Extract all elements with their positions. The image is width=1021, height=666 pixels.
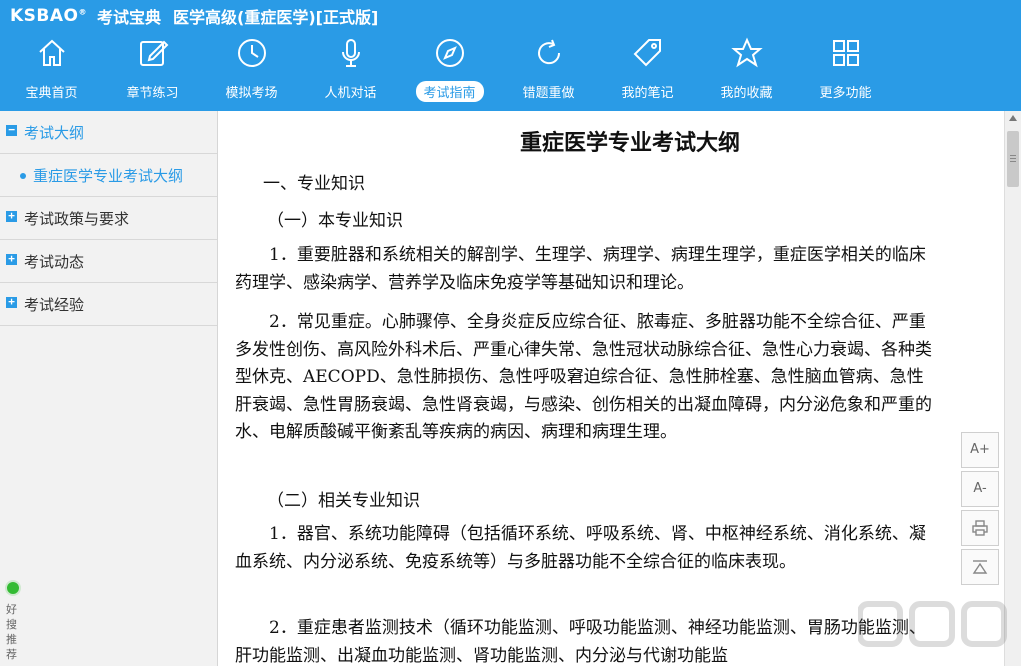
title-bar: KSBAO® 考试宝典 医学高级(重症医学)[正式版] — [10, 4, 378, 28]
grid-icon — [829, 36, 863, 70]
sidebar-item-label: 考试动态 — [24, 253, 85, 271]
nav-exam-guide[interactable]: 考试指南 — [400, 32, 499, 108]
recommend-widget[interactable]: 好搜推荐 — [2, 580, 24, 666]
star-icon — [730, 36, 764, 70]
sidebar-item-label: 考试经验 — [24, 296, 85, 314]
expand-icon[interactable]: + — [6, 296, 17, 308]
home-icon — [35, 36, 69, 70]
nav-chapter-practice[interactable]: 章节练习 — [103, 32, 202, 108]
scrollbar-thumb[interactable] — [1007, 131, 1019, 187]
nav-label: 模拟考场 — [225, 86, 278, 101]
nav-my-notes[interactable]: 我的笔记 — [598, 32, 697, 108]
nav-label: 考试指南 — [415, 81, 484, 102]
expand-icon[interactable]: + — [6, 210, 17, 222]
expand-icon[interactable]: + — [6, 253, 17, 265]
nav-my-favorites[interactable]: 我的收藏 — [697, 32, 796, 108]
refresh-icon — [532, 36, 566, 70]
app-name: 考试宝典 — [96, 8, 161, 27]
microphone-icon — [334, 36, 368, 70]
edit-icon — [136, 36, 170, 70]
nav-label: 错题重做 — [522, 86, 575, 101]
paragraph: 2．常见重症。心肺骤停、全身炎症反应综合征、脓毒症、多脏器功能不全综合征、严重多… — [235, 312, 932, 442]
nav-label: 宝典首页 — [25, 86, 78, 101]
watermark-logo — [858, 601, 1007, 647]
nav-redo-wrong[interactable]: 错题重做 — [499, 32, 598, 108]
clock-icon — [235, 36, 269, 70]
nav-home[interactable]: 宝典首页 — [0, 32, 103, 108]
subsection-heading: （一）本专业知识 — [267, 211, 403, 231]
print-button[interactable] — [961, 510, 999, 546]
sidebar-subitem-critical-care-outline[interactable]: 重症医学专业考试大纲 — [0, 154, 217, 197]
recommend-text: 好搜推荐 — [6, 603, 17, 661]
printer-icon — [972, 520, 988, 536]
sidebar-item-label: 考试政策与要求 — [24, 210, 130, 228]
sidebar-item-exam-policy[interactable]: + 考试政策与要求 — [0, 197, 217, 240]
sidebar-item-exam-experience[interactable]: + 考试经验 — [0, 283, 217, 326]
paragraph: 1．器官、系统功能障碍（包括循环系统、呼吸系统、肾、中枢神经系统、消化系统、凝血… — [235, 524, 926, 572]
compass-icon — [433, 36, 467, 70]
sidebar-item-label: 考试大纲 — [24, 124, 85, 142]
nav-dialogue[interactable]: 人机对话 — [301, 32, 400, 108]
reader-tools: A+ A- — [961, 432, 999, 588]
top-header: KSBAO® 考试宝典 医学高级(重症医学)[正式版] 宝典首页 章节练习 模拟… — [0, 0, 1021, 111]
document-view: 重症医学专业考试大纲 一、专业知识 （一）本专业知识 1．重要脏器和系统相关的解… — [218, 111, 1004, 666]
nav-label: 章节练习 — [126, 86, 179, 101]
sidebar-item-exam-outline[interactable]: − 考试大纲 — [0, 111, 217, 154]
sidebar-item-label: 重症医学专业考试大纲 — [33, 167, 184, 185]
back-to-top-button[interactable] — [961, 549, 999, 585]
bullet-icon — [20, 173, 26, 179]
tag-icon — [631, 36, 665, 70]
status-dot-icon — [5, 580, 21, 596]
scroll-up-arrow-icon[interactable] — [1009, 115, 1017, 121]
back-to-top-icon — [972, 560, 988, 574]
paragraph: 1．重要脏器和系统相关的解剖学、生理学、病理学、病理生理学，重症医学相关的临床药… — [235, 245, 926, 293]
collapse-icon[interactable]: − — [6, 124, 17, 136]
nav-label: 人机对话 — [324, 86, 377, 101]
edition-title: 医学高级(重症医学)[正式版] — [173, 8, 379, 27]
paragraph: 2．重症患者监测技术（循环功能监测、呼吸功能监测、神经功能监测、胃肠功能监测、肝… — [235, 618, 926, 666]
document-title: 重症医学专业考试大纲 — [519, 131, 740, 156]
nav-label: 更多功能 — [819, 86, 872, 101]
font-decrease-button[interactable]: A- — [961, 471, 999, 507]
subsection-heading: （二）相关专业知识 — [267, 491, 420, 511]
nav-label: 我的收藏 — [720, 86, 773, 101]
ksbao-logo: KSBAO® — [10, 6, 87, 26]
sidebar-item-exam-news[interactable]: + 考试动态 — [0, 240, 217, 283]
sidebar: − 考试大纲 重症医学专业考试大纲 + 考试政策与要求 + 考试动态 + 考试经… — [0, 111, 218, 666]
font-increase-button[interactable]: A+ — [961, 432, 999, 468]
nav-label: 我的笔记 — [621, 86, 674, 101]
nav-mock-exam[interactable]: 模拟考场 — [202, 32, 301, 108]
nav-more[interactable]: 更多功能 — [796, 32, 895, 108]
section-heading: 一、专业知识 — [263, 174, 365, 194]
main-nav: 宝典首页 章节练习 模拟考场 人机对话 考试指南 错题重做 我的笔记 我的收藏 … — [0, 32, 1010, 108]
scrollbar[interactable] — [1004, 111, 1021, 666]
